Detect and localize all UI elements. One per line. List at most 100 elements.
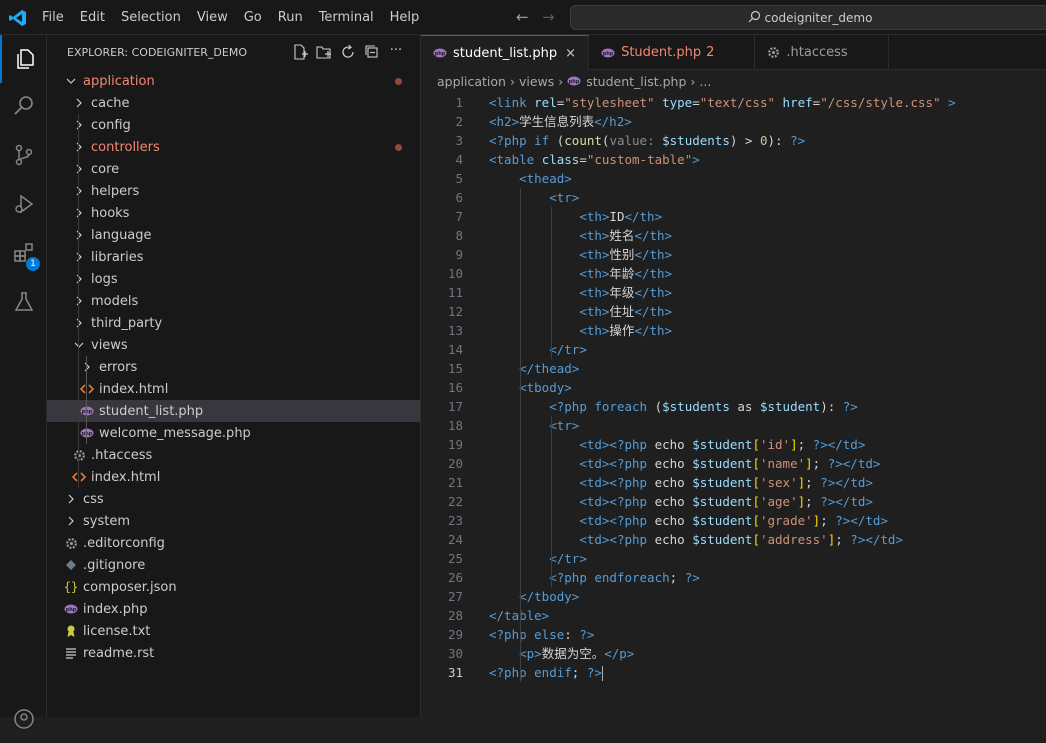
menu-item-selection[interactable]: Selection <box>121 10 181 25</box>
run-debug-icon[interactable] <box>0 180 47 228</box>
tree-item[interactable]: helpers <box>47 180 420 202</box>
line-number: 1 <box>455 95 463 110</box>
accounts-icon[interactable] <box>0 695 47 743</box>
breadcrumb-item[interactable]: application <box>437 74 506 89</box>
tree-item-label: welcome_message.php <box>99 425 251 441</box>
menu-item-view[interactable]: View <box>197 10 228 25</box>
tree-item[interactable]: index.html <box>47 466 420 488</box>
code-line: <td><?php echo $student['age']; ?></td> <box>579 494 873 509</box>
menu-item-edit[interactable]: Edit <box>80 10 105 25</box>
chevron-right-icon <box>71 208 87 218</box>
tree-item-label: application <box>83 73 155 89</box>
back-arrow-icon[interactable]: ← <box>516 8 529 26</box>
explorer-header: EXPLORER: CODEIGNITER_DEMO ··· <box>47 35 420 70</box>
tree-item[interactable]: config <box>47 114 420 136</box>
git-file-icon <box>63 559 79 571</box>
tree-item[interactable]: logs <box>47 268 420 290</box>
more-actions-icon[interactable]: ··· <box>384 44 408 60</box>
file-tree: application cache config controllers core hel… <box>47 70 420 664</box>
tree-item[interactable]: php index.php <box>47 598 420 620</box>
tree-item-label: core <box>91 161 120 177</box>
explorer-icon[interactable] <box>0 35 47 83</box>
tree-item-label: errors <box>99 359 138 375</box>
indent-guide <box>551 416 552 587</box>
line-number: 31 <box>447 665 463 680</box>
tree-item[interactable]: index.html <box>47 378 420 400</box>
menu-item-terminal[interactable]: Terminal <box>319 10 374 25</box>
menu-item-run[interactable]: Run <box>278 10 303 25</box>
tree-item[interactable]: cache <box>47 92 420 114</box>
indent-guide <box>520 644 521 663</box>
json-file-icon: {} <box>63 580 79 594</box>
tree-item[interactable]: libraries <box>47 246 420 268</box>
tree-item[interactable]: .editorconfig <box>47 532 420 554</box>
source-control-icon[interactable] <box>0 131 47 179</box>
collapse-all-icon[interactable] <box>360 44 384 60</box>
vscode-logo-icon <box>8 8 28 28</box>
breadcrumb-item[interactable]: views <box>519 74 554 89</box>
tree-item[interactable]: views <box>47 334 420 356</box>
tree-item[interactable]: core <box>47 158 420 180</box>
settings-file-icon <box>767 46 780 59</box>
command-center-search[interactable]: codeigniter_demo <box>570 5 1046 30</box>
menu-item-file[interactable]: File <box>42 10 64 25</box>
search-view-icon[interactable] <box>0 82 47 130</box>
line-number: 8 <box>455 228 463 243</box>
svg-text:php: php <box>82 409 93 415</box>
tree-item[interactable]: controllers <box>47 136 420 158</box>
line-number: 29 <box>447 627 463 642</box>
tree-item[interactable]: .htaccess <box>47 444 420 466</box>
tree-item[interactable]: hooks <box>47 202 420 224</box>
breadcrumb-item[interactable]: ... <box>699 74 711 89</box>
code-line: </tr> <box>549 551 587 566</box>
code-line: <th>性别</th> <box>579 247 673 262</box>
tree-item[interactable]: php welcome_message.php <box>47 422 420 444</box>
chevron-right-icon <box>71 142 87 152</box>
tree-item[interactable]: third_party <box>47 312 420 334</box>
refresh-icon[interactable] <box>336 44 360 60</box>
line-number: 5 <box>455 171 463 186</box>
testing-flask-icon[interactable] <box>0 278 47 326</box>
tree-item-label: composer.json <box>83 579 177 595</box>
tree-item[interactable]: license.txt <box>47 620 420 642</box>
breadcrumb: application › views › php student_list.php ›..… <box>421 70 1046 92</box>
tree-item[interactable]: application <box>47 70 420 92</box>
editor-area: php student_list.php × php Student.php 2 .htac… <box>421 35 1046 717</box>
line-number: 20 <box>447 456 463 471</box>
new-file-icon[interactable] <box>288 44 312 60</box>
code-line: <tr> <box>549 190 580 205</box>
line-number: 28 <box>447 608 463 623</box>
tree-item-label: hooks <box>91 205 130 221</box>
php-file-icon: php <box>79 405 95 417</box>
tab-student_list-php[interactable]: php student_list.php × <box>421 35 590 70</box>
chevron-right-icon <box>71 186 87 196</box>
tree-item[interactable]: models <box>47 290 420 312</box>
explorer-sidebar: EXPLORER: CODEIGNITER_DEMO ··· applicati… <box>47 35 421 717</box>
tab-label: .htaccess <box>786 45 848 60</box>
extensions-icon[interactable]: 1 <box>0 229 47 277</box>
tree-item[interactable]: errors <box>47 356 420 378</box>
tree-item[interactable]: readme.rst <box>47 642 420 664</box>
menu-item-help[interactable]: Help <box>390 10 420 25</box>
tab-htaccess[interactable]: .htaccess <box>755 35 889 70</box>
title-bar: File Edit Selection View Go Run Terminal Help ←… <box>0 0 1046 35</box>
tree-item[interactable]: php student_list.php <box>47 400 420 422</box>
new-folder-icon[interactable] <box>312 44 336 60</box>
tree-item-label: logs <box>91 271 118 287</box>
breadcrumb-item[interactable]: student_list.php <box>586 74 686 89</box>
menu-item-go[interactable]: Go <box>244 10 262 25</box>
tree-item-label: .gitignore <box>83 557 146 573</box>
tab-student-php[interactable]: php Student.php 2 <box>589 35 756 70</box>
code-line: <td><?php echo $student['sex']; ?></td> <box>579 475 873 490</box>
tree-item[interactable]: .gitignore <box>47 554 420 576</box>
forward-arrow-icon[interactable]: → <box>542 8 555 26</box>
line-number: 24 <box>447 532 463 547</box>
tree-item[interactable]: css <box>47 488 420 510</box>
chevron-right-icon <box>79 362 95 372</box>
tree-item[interactable]: {} composer.json <box>47 576 420 598</box>
code-line: <th>姓名</th> <box>579 228 673 243</box>
tree-item[interactable]: language <box>47 224 420 246</box>
tree-item[interactable]: system <box>47 510 420 532</box>
tree-item-label: index.html <box>99 381 169 397</box>
close-tab-icon[interactable]: × <box>565 46 576 61</box>
